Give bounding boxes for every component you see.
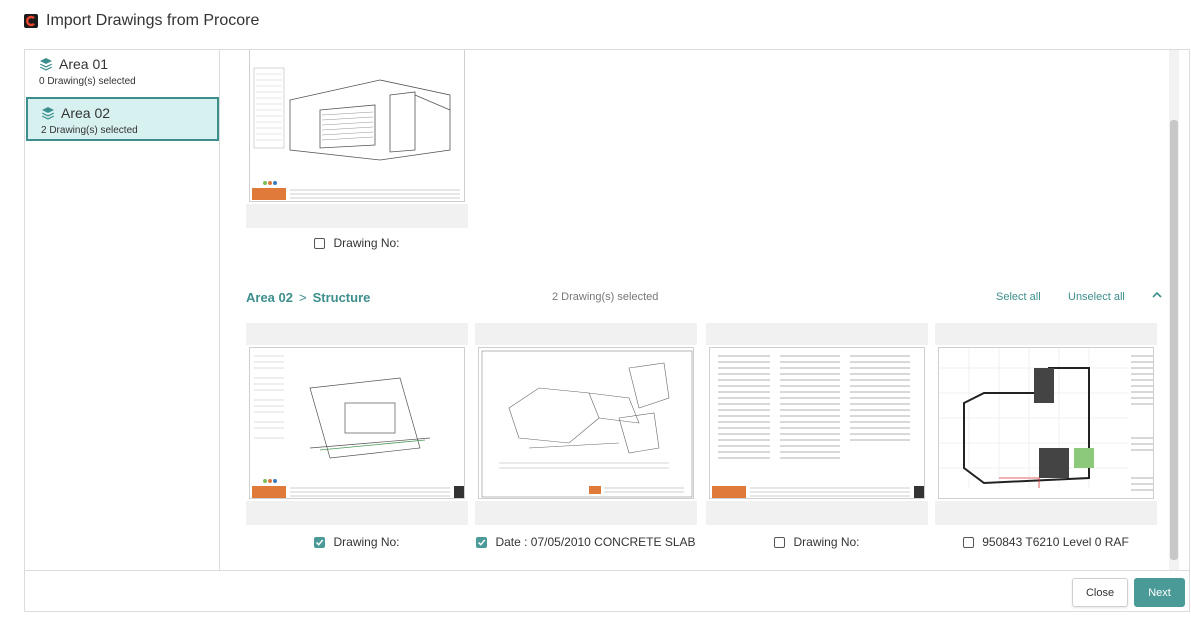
drawing-select-row: 950843 T6210 Level 0 RAF (935, 533, 1157, 551)
close-button[interactable]: Close (1072, 578, 1128, 607)
drawing-label: Drawing No: (793, 535, 860, 549)
drawing-preview-image (939, 348, 1153, 491)
drawing-checkbox[interactable] (963, 536, 975, 548)
card-footer-strip (475, 501, 697, 525)
drawing-thumbnail[interactable] (478, 347, 694, 499)
dialog-footer: Close Next (25, 570, 1189, 612)
section-header: Area 02 > Structure 2 Drawing(s) selecte… (246, 288, 1166, 308)
drawing-thumbnail[interactable] (709, 347, 925, 499)
area-name: Area 01 (59, 56, 109, 72)
drawing-checkbox[interactable] (314, 536, 326, 548)
drawing-card[interactable]: Drawing No: (706, 323, 928, 551)
drawing-label: Drawing No: (333, 535, 400, 549)
procore-logo-icon (24, 14, 38, 28)
check-icon (316, 539, 324, 546)
layers-icon (40, 58, 52, 71)
drawings-content: Drawing No: Area 02 > Structure 2 Drawin… (221, 50, 1179, 570)
breadcrumb-area: Area 02 (246, 290, 293, 305)
content-scrollbar[interactable] (1169, 50, 1179, 570)
drawing-select-row: Drawing No: (246, 533, 468, 551)
section-selected-count: 2 Drawing(s) selected (552, 291, 659, 303)
card-header-strip (706, 323, 928, 345)
breadcrumb: Area 02 > Structure (246, 290, 370, 305)
area-selected-count: 0 Drawing(s) selected (39, 76, 136, 87)
scrollbar-thumb[interactable] (1170, 120, 1178, 560)
drawing-label: Drawing No: (333, 236, 400, 250)
next-button[interactable]: Next (1134, 578, 1185, 607)
area-selected-count: 2 Drawing(s) selected (41, 125, 138, 136)
drawing-select-row: Drawing No: (246, 234, 468, 252)
card-header-strip (935, 323, 1157, 345)
drawing-thumbnail[interactable] (938, 347, 1154, 499)
check-icon (478, 539, 486, 546)
drawing-select-row: Date : 07/05/2010 CONCRETE SLAB (475, 533, 697, 551)
drawing-preview-image (252, 355, 464, 498)
dialog-title: Import Drawings from Procore (46, 12, 260, 29)
dialog-title-bar: Import Drawings from Procore (24, 10, 259, 32)
drawing-card[interactable]: Drawing No: (246, 50, 468, 262)
card-footer-strip (706, 501, 928, 525)
unselect-all-link[interactable]: Unselect all (1068, 291, 1125, 303)
drawing-preview-image (481, 350, 693, 498)
drawing-select-row: Drawing No: (706, 533, 928, 551)
drawing-label: 950843 T6210 Level 0 RAF (982, 535, 1129, 549)
breadcrumb-separator: > (298, 290, 307, 305)
card-footer-strip (246, 204, 468, 228)
drawing-checkbox[interactable] (314, 237, 326, 249)
drawing-checkbox[interactable] (476, 536, 488, 548)
drawing-card[interactable]: Drawing No: (246, 323, 468, 551)
drawing-thumbnail[interactable] (249, 50, 465, 202)
sidebar-item-area-01[interactable]: Area 01 0 Drawing(s) selected (26, 50, 219, 94)
layers-icon (42, 107, 54, 120)
card-header-strip (246, 323, 468, 345)
drawing-checkbox[interactable] (774, 536, 786, 548)
area-sidebar: Area 01 0 Drawing(s) selected Area 02 2 … (25, 50, 220, 570)
card-footer-strip (935, 501, 1157, 525)
drawing-thumbnail[interactable] (249, 347, 465, 499)
drawing-card[interactable]: 950843 T6210 Level 0 RAF (935, 323, 1157, 551)
card-footer-strip (246, 501, 468, 525)
select-all-link[interactable]: Select all (996, 291, 1041, 303)
sidebar-item-area-02[interactable]: Area 02 2 Drawing(s) selected (26, 97, 219, 141)
breadcrumb-folder: Structure (312, 290, 371, 305)
drawing-preview-image (712, 355, 924, 498)
card-header-strip (475, 323, 697, 345)
drawing-preview-image (252, 67, 460, 200)
collapse-caret-icon[interactable] (1151, 288, 1163, 302)
area-name: Area 02 (61, 105, 111, 121)
import-dialog: Area 01 0 Drawing(s) selected Area 02 2 … (24, 49, 1190, 612)
drawing-card[interactable]: Date : 07/05/2010 CONCRETE SLAB (475, 323, 697, 551)
drawing-label: Date : 07/05/2010 CONCRETE SLAB (495, 535, 696, 549)
